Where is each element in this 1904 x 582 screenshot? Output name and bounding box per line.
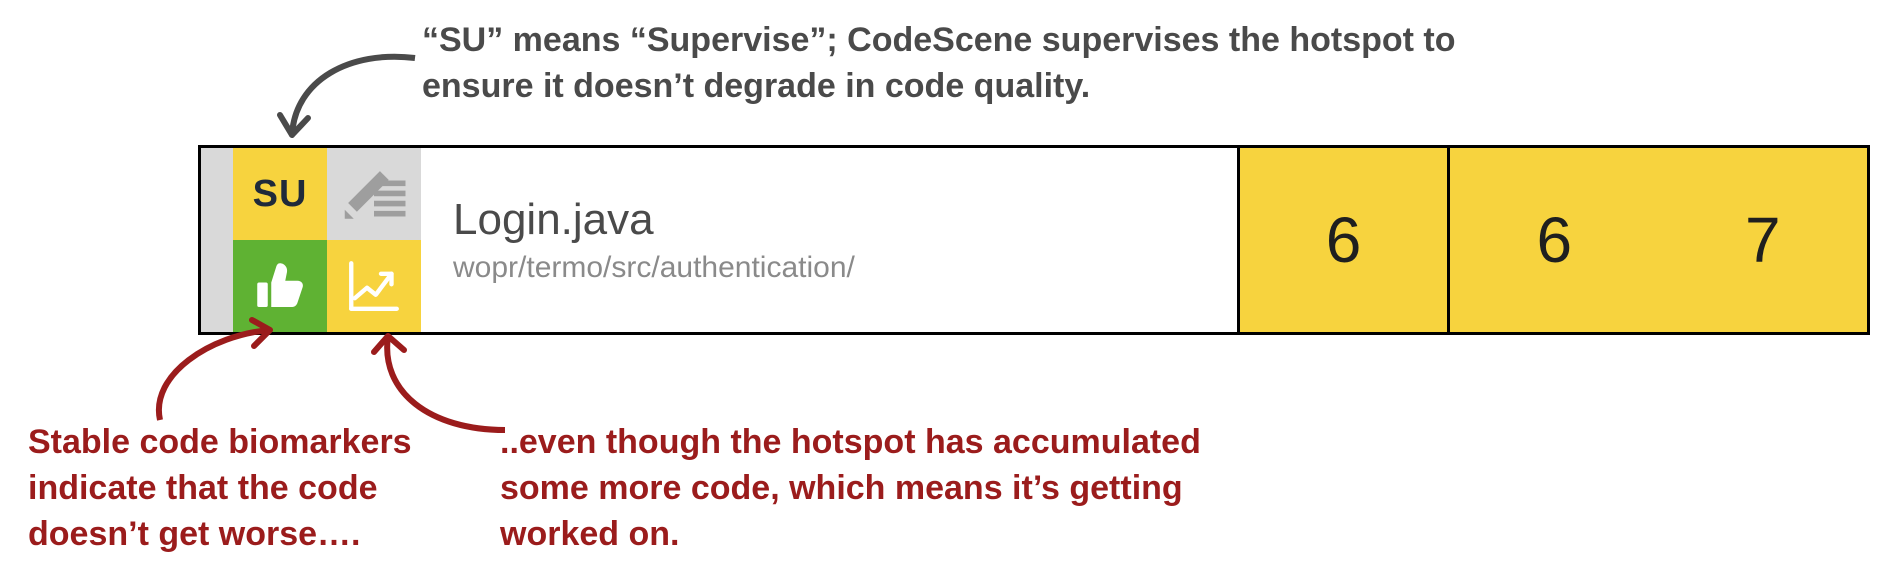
edit-cell xyxy=(327,148,421,240)
thumbs-up-icon xyxy=(252,258,308,314)
annotation-stable-biomarkers: Stable code biomarkers indicate that the… xyxy=(28,420,498,558)
metric-cell-bc: 6 7 xyxy=(1447,148,1867,332)
file-info: Login.java wopr/termo/src/authentication… xyxy=(421,148,1237,332)
arrow-to-thumb xyxy=(140,320,310,430)
file-path: wopr/termo/src/authentication/ xyxy=(453,251,1237,285)
metric-b: 6 xyxy=(1450,148,1659,332)
metric-b-value: 6 xyxy=(1536,203,1572,277)
metric-c: 7 xyxy=(1659,148,1868,332)
arrow-to-su xyxy=(270,40,420,155)
metric-cell-a: 6 xyxy=(1237,148,1447,332)
annotation-su-meaning: “SU” means “Supervise”; CodeScene superv… xyxy=(422,18,1572,110)
annotation-accumulated-code: ..even though the hotspot has accumulate… xyxy=(500,420,1250,558)
metric-c-value: 7 xyxy=(1745,203,1781,277)
file-name: Login.java xyxy=(453,195,1237,245)
stable-biomarker-cell xyxy=(233,240,327,332)
trend-up-icon xyxy=(346,258,402,314)
trend-cell xyxy=(327,240,421,332)
supervise-badge: SU xyxy=(233,148,327,240)
supervise-label: SU xyxy=(253,173,308,216)
hotspot-row: SU xyxy=(198,145,1870,335)
metric-a-value: 6 xyxy=(1326,203,1362,277)
edit-icon xyxy=(338,158,410,230)
row-left-gutter xyxy=(201,148,233,332)
biomarker-quadrant: SU xyxy=(233,148,421,332)
